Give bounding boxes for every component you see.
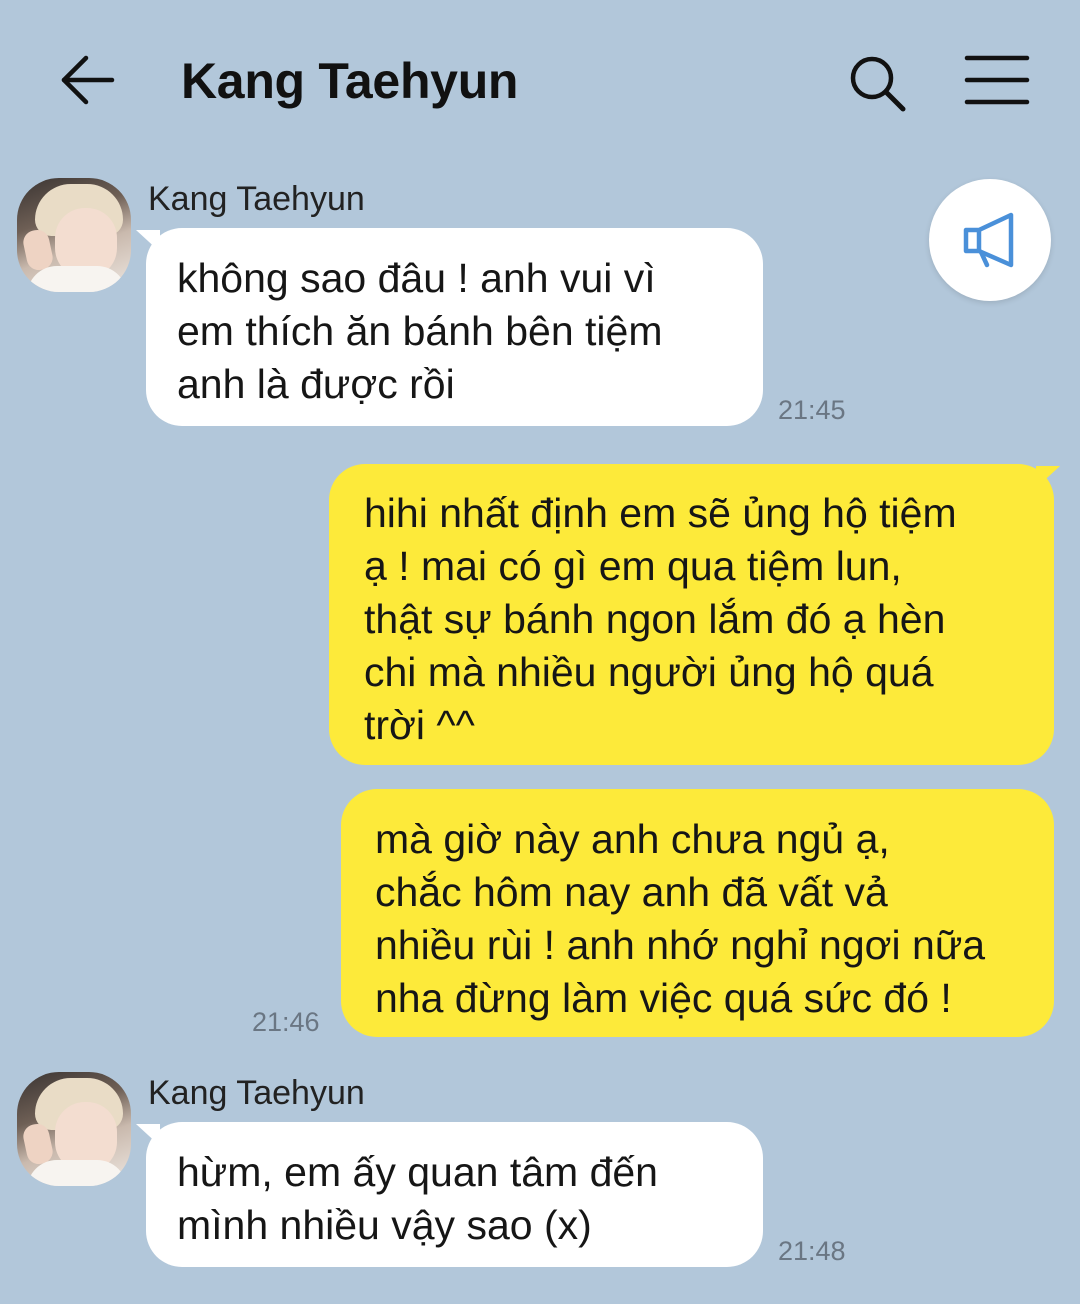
message-line: chắc hôm nay anh đã vất vả [375,869,888,915]
message-line: mình nhiều vậy sao (x) [177,1202,592,1248]
outgoing-message-bubble[interactable]: mà giờ này anh chưa ngủ ạ, chắc hôm nay … [341,789,1054,1037]
incoming-message-bubble[interactable]: hừm, em ấy quan tâm đến mình nhiều vậy s… [146,1122,763,1267]
hamburger-menu-icon [964,55,1030,105]
chat-title: Kang Taehyun [181,53,519,109]
message-line: thật sự bánh ngon lắm đó ạ hèn [364,596,946,642]
bubble-tail [1036,466,1060,488]
message-line: trời ^^ [364,702,475,748]
message-line: hihi nhất định em sẽ ủng hộ tiệm [364,490,957,536]
menu-button[interactable] [964,52,1030,110]
message-line: ạ ! mai có gì em qua tiệm lun, [364,543,902,589]
sender-avatar[interactable] [17,1072,131,1186]
message-timestamp: 21:48 [778,1236,846,1266]
search-icon [850,56,906,112]
sender-avatar[interactable] [17,178,131,292]
chat-header: Kang Taehyun [0,0,1080,165]
message-line: nhiều rùi ! anh nhớ nghỉ ngơi nữa [375,922,986,968]
message-timestamp: 21:46 [252,1007,320,1037]
outgoing-message-bubble[interactable]: hihi nhất định em sẽ ủng hộ tiệm ạ ! mai… [329,464,1054,765]
announcement-button[interactable] [929,179,1051,301]
message-line: mà giờ này anh chưa ngủ ạ, [375,816,890,862]
sender-name: Kang Taehyun [148,1074,365,1112]
message-line: hừm, em ấy quan tâm đến [177,1149,658,1195]
megaphone-icon [963,212,1014,268]
message-line: không sao đâu ! anh vui vì [177,255,656,301]
search-button[interactable] [846,52,910,116]
message-timestamp: 21:45 [778,395,846,425]
message-line: anh là được rồi [177,361,455,407]
sender-name: Kang Taehyun [148,180,365,218]
message-line: chi mà nhiều người ủng hộ quá [364,649,934,695]
back-button[interactable] [58,50,118,110]
message-line: em thích ăn bánh bên tiệm [177,308,663,354]
message-line: nha đừng làm việc quá sức đó ! [375,975,952,1021]
arrow-left-icon [61,55,115,105]
incoming-message-bubble[interactable]: không sao đâu ! anh vui vì em thích ăn b… [146,228,763,426]
